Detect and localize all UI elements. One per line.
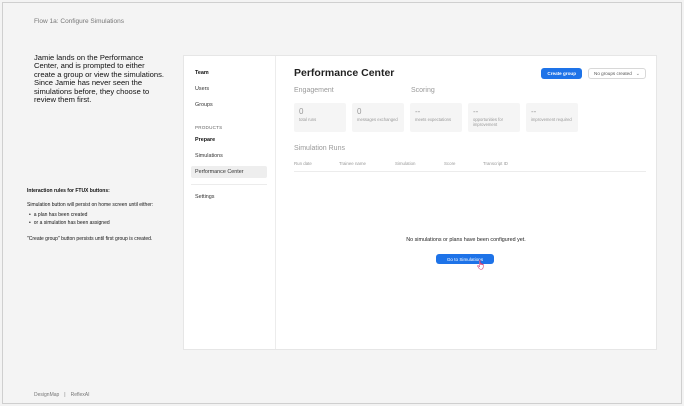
engagement-heading: Engagement <box>294 87 334 94</box>
rules-intro: Simulation button will persist on home s… <box>27 202 154 208</box>
chevron-down-icon: ⌄ <box>635 70 640 77</box>
stat-card-meets-expectations: -- meets expectations <box>410 103 462 132</box>
sidebar-section-products: PRODUCTS <box>195 125 223 130</box>
rules-note: "Create group" button persists until fir… <box>27 236 153 242</box>
column-header-simulation[interactable]: Simulation <box>395 161 444 166</box>
footer: DesignMap | ReflexAI <box>34 392 90 398</box>
hand-pointer-icon <box>477 260 484 270</box>
rules-list: a plan has been created or a simulation … <box>29 212 177 226</box>
stat-value: 0 <box>357 107 362 116</box>
stat-card-total-runs: 0 total runs <box>294 103 346 132</box>
stat-card-opportunities: -- opportunities for improvement <box>468 103 520 132</box>
stat-value: -- <box>531 107 537 116</box>
stat-card-improvement-required: -- improvement required <box>526 103 578 132</box>
sidebar-divider <box>191 184 267 185</box>
stat-label: total runs <box>299 117 317 122</box>
runs-table-header: Run date Trainee name Simulation Score T… <box>294 161 646 172</box>
sidebar-item-settings[interactable]: Settings <box>191 191 267 203</box>
flow-title: Flow 1a: Configure Simulations <box>34 18 124 25</box>
footer-reflexai: ReflexAI <box>70 392 90 398</box>
column-header-trainee-name[interactable]: Trainee name <box>339 161 395 166</box>
rules-item: or a simulation has been assigned <box>29 220 177 226</box>
stat-label: opportunities for improvement <box>473 117 504 127</box>
sidebar-item-groups[interactable]: Groups <box>191 99 267 111</box>
sidebar-item-users[interactable]: Users <box>191 83 267 95</box>
stat-card-messages: 0 messages exchanged <box>352 103 404 132</box>
sidebar-item-prepare[interactable]: Prepare <box>191 134 267 146</box>
footer-separator: | <box>64 392 66 398</box>
stat-label: meets expectations <box>415 117 452 122</box>
stat-section-headings: Engagement Scoring <box>294 87 646 94</box>
simulation-runs-heading: Simulation Runs <box>294 145 345 152</box>
create-group-button[interactable]: Create group <box>541 68 582 79</box>
main-content: Performance Center Create group No group… <box>276 56 656 349</box>
stat-label: improvement required <box>531 117 572 122</box>
top-actions: Create group No groups created ⌄ <box>541 68 646 79</box>
stat-value: -- <box>473 107 479 116</box>
sidebar-item-simulations[interactable]: Simulations <box>191 150 267 162</box>
narrative-text: Jamie lands on the Performance Center, a… <box>34 53 165 105</box>
sidebar-item-team[interactable]: Team <box>191 67 267 79</box>
footer-designmap: DesignMap <box>34 392 60 398</box>
group-select-value: No groups created <box>594 71 632 76</box>
sidebar: Team Users Groups PRODUCTS Prepare Simul… <box>184 56 276 349</box>
column-header-transcript-id[interactable]: Transcript ID <box>483 161 533 166</box>
rules-item: a plan has been created <box>29 212 177 218</box>
scoring-heading: Scoring <box>411 87 435 94</box>
stat-value: 0 <box>299 107 304 116</box>
stat-value: -- <box>415 107 421 116</box>
column-header-score[interactable]: Score <box>444 161 483 166</box>
app-window: Team Users Groups PRODUCTS Prepare Simul… <box>183 55 657 350</box>
interaction-rules: Interaction rules for FTUX buttons: Simu… <box>27 188 177 246</box>
stat-label: messages exchanged <box>357 117 398 122</box>
stat-cards: 0 total runs 0 messages exchanged -- mee… <box>294 103 646 132</box>
column-header-run-date[interactable]: Run date <box>294 161 339 166</box>
sidebar-item-performance-center[interactable]: Performance Center <box>191 166 267 178</box>
group-select[interactable]: No groups created ⌄ <box>588 68 646 79</box>
empty-state-message: No simulations or plans have been config… <box>406 237 526 243</box>
rules-title: Interaction rules for FTUX buttons: <box>27 188 110 194</box>
go-to-simulations-button[interactable]: Go to Simulations <box>436 254 494 264</box>
